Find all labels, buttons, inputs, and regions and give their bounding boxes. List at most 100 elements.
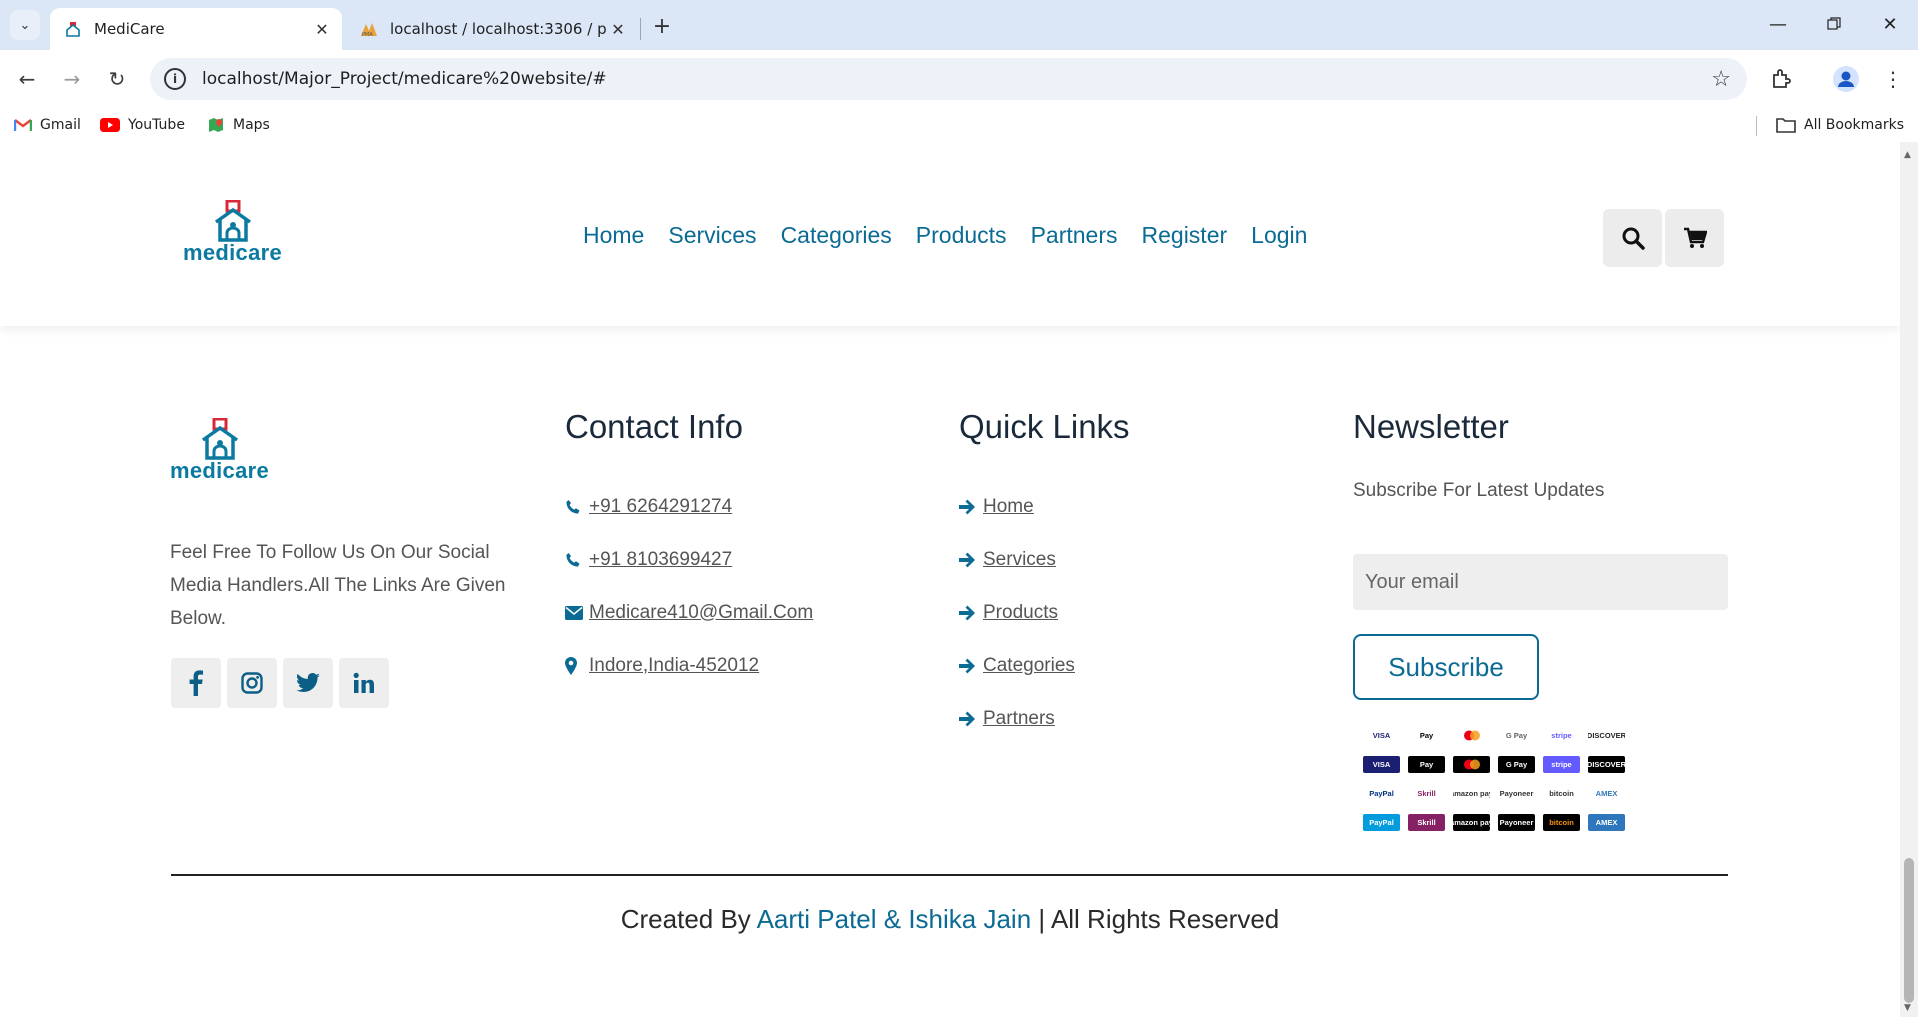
header-logo[interactable]: medicare	[183, 200, 282, 266]
bookmarks-bar: Gmail YouTube Maps All Bookmarks	[0, 108, 1918, 142]
quick-link-label: Home	[983, 495, 1034, 517]
bookmark-gmail[interactable]: Gmail	[14, 114, 81, 136]
all-bookmarks[interactable]: All Bookmarks	[1776, 114, 1904, 136]
payment-badge-amazon-pay: amazon pay	[1453, 814, 1490, 831]
contact-title: Contact Info	[565, 408, 743, 445]
contact-text: Indore,India-452012	[589, 654, 760, 676]
linkedin-link[interactable]	[339, 658, 389, 708]
credit-authors: Aarti Patel & Ishika Jain	[756, 904, 1032, 934]
payment-badge-amex: AMEX	[1588, 814, 1625, 831]
nav-products[interactable]: Products	[916, 222, 1007, 249]
all-bookmarks-label: All Bookmarks	[1804, 117, 1905, 133]
scrollbar-thumb[interactable]	[1904, 858, 1914, 1003]
quick-link-home[interactable]: Home	[959, 480, 1075, 533]
payment-badge-amazon-pay: amazon pay	[1453, 785, 1490, 802]
logo-wordmark: medicare	[183, 240, 283, 265]
profile-avatar-icon[interactable]	[1829, 62, 1863, 96]
contact-email[interactable]: Medicare410@Gmail.Com	[565, 586, 813, 639]
nav-partners[interactable]: Partners	[1031, 222, 1118, 249]
quick-link-partners[interactable]: Partners	[959, 692, 1075, 745]
cart-button[interactable]	[1665, 209, 1724, 267]
payment-badge-pay: Pay	[1408, 727, 1445, 744]
address-url[interactable]: localhost/Major_Project/medicare%20websi…	[202, 69, 1711, 89]
page-scrollbar[interactable]: ▲ ▼	[1900, 142, 1918, 1017]
payment-badge-discover: DISCOVER	[1588, 756, 1625, 773]
bookmark-youtube[interactable]: YouTube	[100, 114, 185, 136]
payment-badge-skrill: Skrill	[1408, 785, 1445, 802]
twitter-icon	[296, 673, 320, 692]
quick-links-title: Quick Links	[959, 408, 1130, 445]
phpmyadmin-favicon-icon: PMA	[360, 20, 378, 38]
address-bar[interactable]: i localhost/Major_Project/medicare%20web…	[150, 58, 1747, 100]
quick-link-services[interactable]: Services	[959, 533, 1075, 586]
quick-link-products[interactable]: Products	[959, 586, 1075, 639]
tab-phpmyadmin[interactable]: PMA localhost / localhost:3306 / pha ✕	[346, 8, 638, 50]
newsletter-email-input[interactable]	[1353, 554, 1728, 610]
payment-badge-stripe: stripe	[1543, 756, 1580, 773]
credit-suffix: | All Rights Reserved	[1031, 904, 1280, 934]
bookmark-maps[interactable]: Maps	[207, 114, 270, 136]
close-tab-icon[interactable]: ✕	[310, 17, 334, 41]
bookmark-label: Gmail	[40, 117, 81, 133]
reload-icon[interactable]: ↻	[100, 62, 134, 96]
twitter-link[interactable]	[283, 658, 333, 708]
instagram-link[interactable]	[227, 658, 277, 708]
contact-phone-1[interactable]: +91 6264291274	[565, 480, 813, 533]
menu-kebab-icon[interactable]: ⋮	[1876, 62, 1910, 96]
youtube-icon	[100, 118, 120, 132]
facebook-link[interactable]	[171, 658, 221, 708]
nav-home[interactable]: Home	[583, 222, 644, 249]
nav-services[interactable]: Services	[668, 222, 756, 249]
payment-badge-visa: VISA	[1363, 756, 1400, 773]
contact-phone-2[interactable]: +91 8103699427	[565, 533, 813, 586]
arrow-right-icon	[959, 711, 983, 727]
quick-link-categories[interactable]: Categories	[959, 639, 1075, 692]
quick-link-label: Categories	[983, 654, 1075, 676]
folder-icon	[1776, 117, 1796, 133]
restore-icon[interactable]	[1814, 8, 1854, 40]
contact-address[interactable]: Indore,India-452012	[565, 639, 813, 692]
payment-badge-stripe: stripe	[1543, 727, 1580, 744]
bookmarks-divider	[1756, 116, 1757, 136]
tab-search-button[interactable]: ⌄	[10, 10, 40, 40]
payment-badge-amex: AMEX	[1588, 785, 1625, 802]
scroll-up-icon[interactable]: ▲	[1904, 150, 1911, 160]
minimize-icon[interactable]: —	[1758, 8, 1798, 40]
maps-icon	[207, 116, 225, 134]
site-info-icon[interactable]: i	[164, 68, 186, 90]
logo-wordmark: medicare	[170, 458, 270, 483]
map-marker-icon	[565, 656, 589, 675]
instagram-icon	[241, 672, 263, 694]
svg-text:PMA: PMA	[362, 32, 373, 37]
forward-icon[interactable]: →	[55, 62, 89, 96]
payment-badge-visa: VISA	[1363, 727, 1400, 744]
quick-link-label: Partners	[983, 707, 1055, 729]
new-tab-button[interactable]: +	[648, 12, 676, 40]
tab-medicare[interactable]: MediCare ✕	[50, 8, 342, 50]
linkedin-icon	[353, 672, 374, 693]
footer-logo[interactable]: medicare	[170, 418, 269, 484]
subscribe-button[interactable]: Subscribe	[1353, 634, 1539, 700]
close-tab-icon[interactable]: ✕	[606, 17, 630, 41]
payment-badge-g-pay: G Pay	[1498, 727, 1535, 744]
payment-badge-pay: Pay	[1408, 756, 1445, 773]
scroll-down-icon[interactable]: ▼	[1904, 1003, 1911, 1013]
payment-badge-discover: DISCOVER	[1588, 727, 1625, 744]
main-nav: Home Services Categories Products Partne…	[583, 222, 1307, 249]
nav-categories[interactable]: Categories	[781, 222, 892, 249]
close-window-icon[interactable]: ✕	[1870, 8, 1910, 40]
nav-login[interactable]: Login	[1251, 222, 1307, 249]
facebook-icon	[189, 670, 203, 696]
tab-strip: ⌄ MediCare ✕ PMA localhost / localhost:3…	[0, 0, 1918, 50]
back-icon[interactable]: ←	[10, 62, 44, 96]
nav-register[interactable]: Register	[1142, 222, 1228, 249]
payment-badge-paypal: PayPal	[1363, 785, 1400, 802]
search-button[interactable]	[1603, 209, 1662, 267]
arrow-right-icon	[959, 658, 983, 674]
extensions-icon[interactable]	[1764, 62, 1798, 96]
payment-badge-bitcoin: bitcoin	[1543, 814, 1580, 831]
bookmark-star-icon[interactable]: ☆	[1711, 67, 1731, 92]
contact-text: +91 8103699427	[589, 548, 733, 570]
payment-badge-g-pay: G Pay	[1498, 756, 1535, 773]
payment-badge-bitcoin: bitcoin	[1543, 785, 1580, 802]
